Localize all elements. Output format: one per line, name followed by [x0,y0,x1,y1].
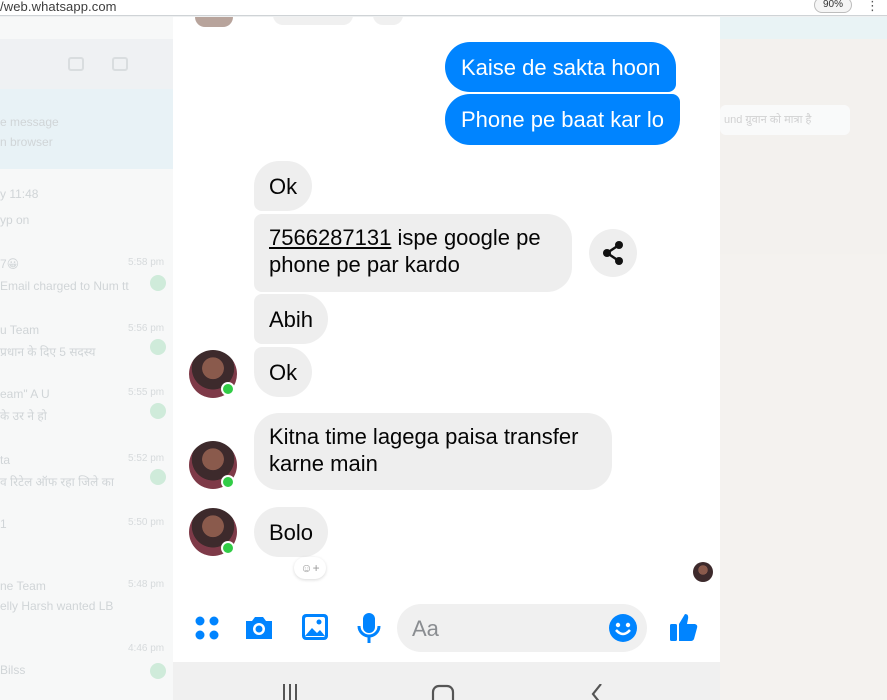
message-placeholder: Aa [412,616,439,641]
incoming-message[interactable]: Abih [254,294,329,344]
incoming-message[interactable]: Ok [254,347,313,397]
bg-text: u Team [0,323,40,337]
bg-text: n browser [0,135,53,149]
background-chat-list: e message n browser y 11:48 yp on 7😀 Ema… [0,17,173,700]
incoming-message[interactable]: Kitna time lagega paisa transfer karne m… [254,413,612,490]
apps-icon[interactable] [193,614,221,642]
bg-text: elly Harsh wanted LB [0,599,114,613]
message-input[interactable]: Aa [397,604,647,652]
thumbs-up-icon[interactable] [668,611,700,643]
message-text: Phone pe baat kar lo [461,107,665,132]
incoming-message[interactable]: Bolo [254,507,329,557]
bg-time: 5:48 pm [128,579,165,590]
incoming-message[interactable]: 7566287131 ispe google pe phone pe par k… [254,214,572,292]
cut-off-bubble [373,17,403,25]
seen-avatar [693,562,713,582]
online-indicator [221,382,235,396]
messenger-screenshot: Kaise de sakta hoon Phone pe baat kar lo… [173,17,720,700]
cut-off-bubble [273,17,353,25]
bg-time: 5:56 pm [128,323,165,334]
share-icon [603,241,623,265]
status-icon [68,57,84,71]
message-text: Ok [269,174,298,199]
plus-label: + [312,561,320,575]
bg-text: व रिटेल ऑफ रहा जिले का [0,475,114,489]
back-icon[interactable] [589,684,605,700]
message-text: phone pe par kardo [269,252,460,277]
message-text: Kaise de sakta hoon [461,55,661,80]
bg-system-message: und ग्रुवान को मात्रा है [720,105,850,135]
bg-text: yp on [0,213,30,227]
message-composer: Aa [173,597,720,661]
bg-unread-badge [150,469,166,485]
bg-text: ne Team [0,579,46,593]
bg-text: eam" A U [0,387,50,401]
bg-text: Email charged to Num tt [0,279,129,293]
online-indicator [221,541,235,555]
bg-unread-badge [150,403,166,419]
browser-address-bar[interactable]: /web.whatsapp.com 90% ⋮ [0,0,887,16]
message-text: Kitna time lagega paisa transfer [269,424,579,449]
gallery-icon[interactable] [300,612,330,642]
url-text[interactable]: /web.whatsapp.com [0,0,117,14]
microphone-icon[interactable] [356,611,382,645]
android-navigation-bar [173,662,720,700]
message-text: karne main [269,451,378,476]
bg-text: 7😀 [0,257,20,271]
cut-off-avatar [195,17,233,27]
bg-text: प्रधान के दिए 5 सदस्य [0,345,96,359]
bg-text: 1 [0,517,7,531]
recent-apps-icon[interactable] [280,684,300,700]
bg-time: 4:46 pm [128,643,165,654]
bg-unread-badge [150,339,166,355]
smiley-icon: ☺ [300,561,313,575]
online-indicator [221,475,235,489]
background-notification-banner [0,89,173,169]
message-text: Ok [269,360,298,385]
outgoing-message[interactable]: Phone pe baat kar lo [445,94,681,145]
emoji-icon[interactable] [608,613,638,643]
outgoing-message[interactable]: Kaise de sakta hoon [445,42,677,92]
bg-text: Bilss [0,663,26,677]
background-strip [720,17,887,39]
new-chat-icon [112,57,128,71]
message-text: Abih [269,307,314,332]
bg-text: y 11:48 [0,187,39,201]
home-icon[interactable] [431,684,455,700]
zoom-level-badge[interactable]: 90% [814,0,852,13]
bg-text: के उर ने हो [0,409,47,423]
add-reaction-button[interactable]: ☺+ [294,557,326,579]
more-vert-icon[interactable]: ⋮ [866,0,879,14]
bg-time: 5:58 pm [128,257,165,268]
bg-text: ta [0,453,11,467]
incoming-message[interactable]: Ok [254,161,313,211]
bg-time: 5:55 pm [128,387,165,398]
share-button[interactable] [589,229,637,277]
message-text: Bolo [269,520,314,545]
message-text: ispe google pe [391,225,541,250]
bg-time: 5:50 pm [128,517,165,528]
bg-time: 5:52 pm [128,453,165,464]
bg-unread-badge [150,275,166,291]
bg-text: e message [0,115,59,129]
camera-icon[interactable] [243,613,275,643]
background-conversation: und ग्रुवान को मात्रा है [720,17,887,700]
phone-number-link[interactable]: 7566287131 [269,225,391,250]
bg-unread-badge [150,663,166,679]
